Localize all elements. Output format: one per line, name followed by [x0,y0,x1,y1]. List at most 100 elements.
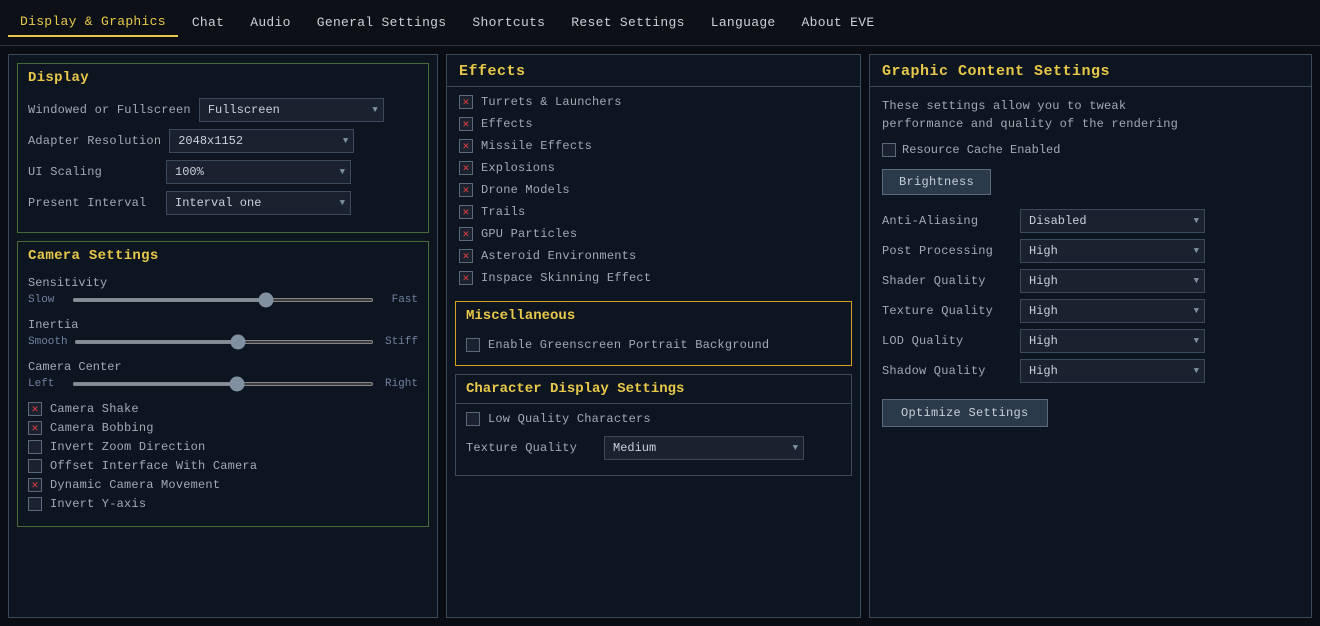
camera-center-label: Camera Center [28,360,418,374]
effect-inspace: Inspace Skinning Effect [459,271,848,285]
camera-shake-label: Camera Shake [50,402,139,416]
sensitivity-track: Slow Fast [28,294,418,306]
display-section-content: Windowed or Fullscreen Fullscreen Window… [18,92,428,232]
nav-reset-settings[interactable]: Reset Settings [559,9,696,36]
turrets-checkbox[interactable] [459,95,473,109]
middle-panel: Effects Turrets & Launchers Effects Miss… [446,54,861,618]
offset-interface-label: Offset Interface With Camera [50,459,257,473]
missile-checkbox[interactable] [459,139,473,153]
post-processing-select-wrapper: Low Medium High [1020,239,1205,263]
gpu-label: GPU Particles [481,227,577,241]
present-select-wrapper: Interval one Interval two Immediate [166,191,351,215]
inertia-slider[interactable] [74,340,374,344]
missile-label: Missile Effects [481,139,592,153]
windowed-row: Windowed or Fullscreen Fullscreen Window… [28,98,418,122]
nav-audio[interactable]: Audio [238,9,303,36]
shadow-quality-row: Shadow Quality Low Medium High [882,359,1299,383]
drone-label: Drone Models [481,183,570,197]
effects-checkbox[interactable] [459,117,473,131]
present-interval-row: Present Interval Interval one Interval t… [28,191,418,215]
anti-aliasing-select[interactable]: Disabled FXAA MSAA 2x MSAA 4x [1020,209,1205,233]
invert-zoom-checkbox[interactable] [28,440,42,454]
resource-cache-row: Resource Cache Enabled [882,143,1299,157]
inspace-checkbox[interactable] [459,271,473,285]
camera-section-content: Sensitivity Slow Fast Inertia Smooth Sti… [18,270,428,526]
shader-quality-label: Shader Quality [882,274,1012,288]
camera-section-title: Camera Settings [18,242,428,270]
effect-trails: Trails [459,205,848,219]
present-interval-label: Present Interval [28,196,158,210]
texture-quality-select[interactable]: Low Medium High [1020,299,1205,323]
lod-quality-select-wrapper: Low Medium High [1020,329,1205,353]
nav-display-graphics[interactable]: Display & Graphics [8,8,178,37]
anti-aliasing-row: Anti-Aliasing Disabled FXAA MSAA 2x MSAA… [882,209,1299,233]
invert-yaxis-checkbox[interactable] [28,497,42,511]
left-panel: Display Windowed or Fullscreen Fullscree… [8,54,438,618]
gpu-checkbox[interactable] [459,227,473,241]
char-texture-select[interactable]: Low Medium High [604,436,804,460]
shader-quality-select-wrapper: Low Medium High [1020,269,1205,293]
effect-explosions: Explosions [459,161,848,175]
camera-center-min-label: Left [28,378,66,390]
dynamic-camera-checkbox[interactable] [28,478,42,492]
adapter-row: Adapter Resolution 2048x1152 1920x1080 [28,129,418,153]
nav-chat[interactable]: Chat [180,9,236,36]
offset-interface-checkbox[interactable] [28,459,42,473]
explosions-label: Explosions [481,161,555,175]
camera-shake-checkbox[interactable] [28,402,42,416]
misc-title: Miscellaneous [456,302,851,330]
right-panel: Graphic Content Settings These settings … [869,54,1312,618]
texture-quality-label: Texture Quality [882,304,1012,318]
camera-bobbing-checkbox[interactable] [28,421,42,435]
drone-checkbox[interactable] [459,183,473,197]
nav-general-settings[interactable]: General Settings [305,9,459,36]
camera-center-slider[interactable] [72,382,374,386]
char-texture-select-wrapper: Low Medium High [604,436,804,460]
camera-section: Camera Settings Sensitivity Slow Fast In… [17,241,429,527]
misc-content: Enable Greenscreen Portrait Background [456,330,851,365]
windowed-select-wrapper: Fullscreen Windowed [199,98,384,122]
optimize-settings-button[interactable]: Optimize Settings [882,399,1048,427]
display-section: Display Windowed or Fullscreen Fullscree… [17,63,429,233]
offset-interface-row: Offset Interface With Camera [28,459,418,473]
asteroid-checkbox[interactable] [459,249,473,263]
shadow-quality-label: Shadow Quality [882,364,1012,378]
greenscreen-label: Enable Greenscreen Portrait Background [488,338,769,352]
windowed-select[interactable]: Fullscreen Windowed [199,98,384,122]
camera-bobbing-row: Camera Bobbing [28,421,418,435]
inertia-label: Inertia [28,318,418,332]
greenscreen-checkbox[interactable] [466,338,480,352]
brightness-button[interactable]: Brightness [882,169,991,195]
char-display-title: Character Display Settings [456,375,851,404]
inertia-min-label: Smooth [28,336,68,348]
adapter-select[interactable]: 2048x1152 1920x1080 [169,129,354,153]
adapter-label: Adapter Resolution [28,134,161,148]
explosions-checkbox[interactable] [459,161,473,175]
resource-cache-checkbox[interactable] [882,143,896,157]
camera-center-track: Left Right [28,378,418,390]
char-texture-label: Texture Quality [466,441,596,455]
present-select[interactable]: Interval one Interval two Immediate [166,191,351,215]
shader-quality-select[interactable]: Low Medium High [1020,269,1205,293]
post-processing-select[interactable]: Low Medium High [1020,239,1205,263]
sensitivity-row: Sensitivity Slow Fast [28,276,418,306]
lod-quality-select[interactable]: Low Medium High [1020,329,1205,353]
shadow-quality-select[interactable]: Low Medium High [1020,359,1205,383]
miscellaneous-section: Miscellaneous Enable Greenscreen Portrai… [455,301,852,366]
invert-yaxis-label: Invert Y-axis [50,497,146,511]
nav-language[interactable]: Language [699,9,788,36]
inertia-track: Smooth Stiff [28,336,418,348]
graphic-content-title: Graphic Content Settings [870,55,1311,87]
low-quality-checkbox[interactable] [466,412,480,426]
low-quality-label: Low Quality Characters [488,412,651,426]
ui-scaling-select[interactable]: 100% 90% 110% [166,160,351,184]
sensitivity-slider[interactable] [72,298,374,302]
trails-label: Trails [481,205,525,219]
nav-shortcuts[interactable]: Shortcuts [460,9,557,36]
trails-checkbox[interactable] [459,205,473,219]
camera-center-max-label: Right [380,378,418,390]
display-section-title: Display [18,64,428,92]
character-display-section: Character Display Settings Low Quality C… [455,374,852,476]
nav-about-eve[interactable]: About EVE [790,9,887,36]
low-quality-row: Low Quality Characters [466,412,841,426]
